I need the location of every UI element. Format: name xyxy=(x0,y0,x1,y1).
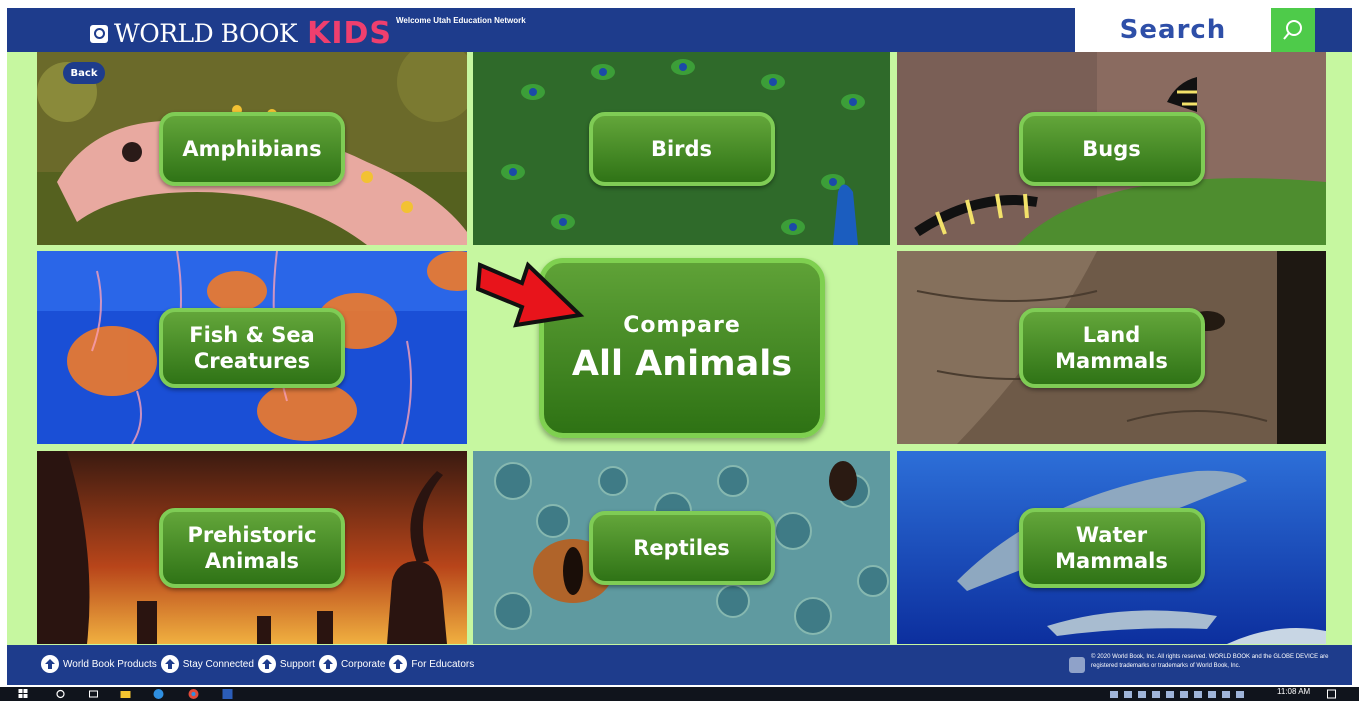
windows-taskbar: 11:08 AM xyxy=(0,687,1359,701)
search-button[interactable] xyxy=(1271,8,1315,52)
footer-bar: World Book Products Stay Connected Suppo… xyxy=(7,645,1352,685)
compare-label: Compare xyxy=(623,312,741,338)
category-label-reptiles: Reptiles xyxy=(588,510,775,585)
footer-link-support[interactable]: Support xyxy=(257,655,315,673)
tile-land-mammals[interactable]: Land Mammals xyxy=(897,251,1326,444)
taskbar-search-icon[interactable] xyxy=(55,689,66,699)
notifications-icon[interactable] xyxy=(1326,689,1337,699)
tile-reptiles[interactable]: Reptiles xyxy=(473,451,890,644)
windows-start-icon[interactable] xyxy=(18,689,29,699)
footer-link-label: For Educators xyxy=(411,658,475,670)
up-arrow-icon xyxy=(257,655,276,673)
footer-link-world-book-products[interactable]: World Book Products xyxy=(41,655,157,673)
welcome-message: Welcome Utah Education Network xyxy=(396,16,526,25)
category-label-amphibians: Amphibians xyxy=(159,111,345,186)
up-arrow-icon xyxy=(318,655,337,673)
red-arrow-icon xyxy=(476,261,585,328)
footer-links: World Book Products Stay Connected Suppo… xyxy=(41,655,478,673)
category-label-prehistoric-animals: Prehistoric Animals xyxy=(159,507,345,588)
footer-link-label: World Book Products xyxy=(63,658,157,670)
copyright-text: © 2020 World Book, Inc. All rights reser… xyxy=(1091,654,1329,669)
tile-prehistoric-animals[interactable]: Prehistoric Animals xyxy=(37,451,467,644)
up-arrow-icon xyxy=(41,655,59,673)
footer-link-stay-connected[interactable]: Stay Connected xyxy=(160,655,254,673)
world-book-kids-logo[interactable]: WORLD BOOK KIDS xyxy=(90,16,392,51)
globe-icon xyxy=(90,24,108,43)
category-label-water-mammals: Water Mammals xyxy=(1018,507,1205,588)
search-icon xyxy=(1283,20,1302,40)
footer-link-for-educators[interactable]: For Educators xyxy=(389,655,474,673)
footer-link-label: Corporate xyxy=(340,658,386,670)
globe-icon xyxy=(1069,657,1085,673)
system-tray-icons[interactable] xyxy=(1110,689,1260,699)
search-field[interactable]: Search xyxy=(1075,8,1271,52)
category-label-bugs: Bugs xyxy=(1018,111,1205,186)
category-label-birds: Birds xyxy=(588,111,775,186)
task-view-icon[interactable] xyxy=(88,689,99,699)
up-arrow-icon xyxy=(389,655,408,673)
edge-icon[interactable] xyxy=(153,689,164,699)
footer-link-label: Stay Connected xyxy=(182,658,254,670)
tile-birds[interactable]: Birds xyxy=(473,52,890,245)
category-label-fish-sea-creatures: Fish & Sea Creatures xyxy=(159,307,345,388)
tile-fish-sea-creatures[interactable]: Fish & Sea Creatures xyxy=(37,251,467,444)
all-animals-label: All Animals xyxy=(571,343,793,384)
tile-water-mammals[interactable]: Water Mammals xyxy=(897,451,1326,644)
brand-kids: KIDS xyxy=(307,16,393,51)
brand-world-book: WORLD BOOK xyxy=(114,19,298,48)
tile-bugs[interactable]: Bugs xyxy=(897,52,1326,245)
footer-link-corporate[interactable]: Corporate xyxy=(318,655,386,673)
taskbar-clock[interactable]: 11:08 AM xyxy=(1277,687,1310,696)
chrome-icon[interactable] xyxy=(188,689,199,699)
footer-link-label: Support xyxy=(279,658,315,670)
category-label-land-mammals: Land Mammals xyxy=(1018,307,1205,388)
up-arrow-icon xyxy=(160,655,179,673)
word-icon[interactable] xyxy=(222,689,233,699)
file-explorer-icon[interactable] xyxy=(120,689,131,699)
copyright-notice: © 2020 World Book, Inc. All rights reser… xyxy=(1069,653,1353,673)
back-button[interactable]: Back xyxy=(63,62,105,84)
header-bar: WORLD BOOK KIDS Welcome Utah Education N… xyxy=(7,8,1352,52)
